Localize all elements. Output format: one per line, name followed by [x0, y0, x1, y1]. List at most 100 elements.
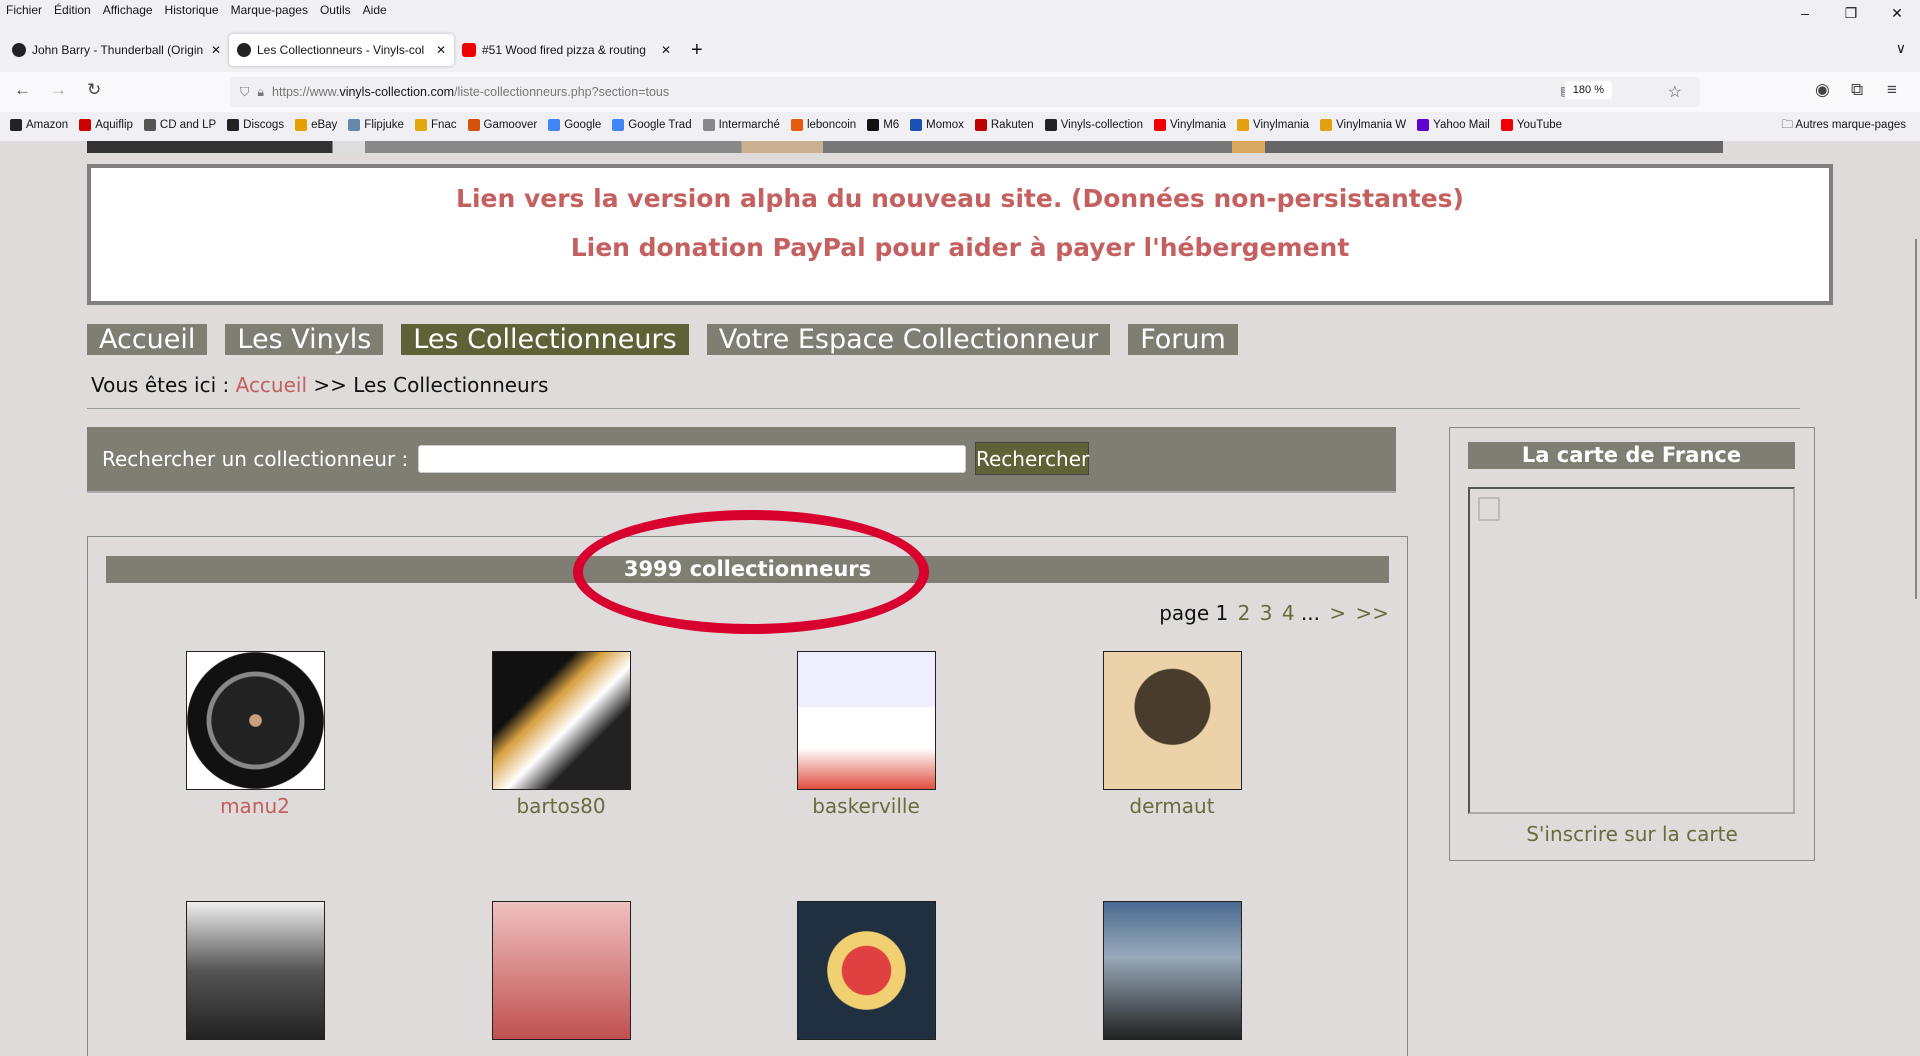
member-avatar[interactable]: [796, 901, 936, 1040]
bookmark-favicon-icon: [348, 119, 361, 131]
back-icon[interactable]: ←: [14, 80, 31, 100]
next-page-link[interactable]: >: [1329, 601, 1346, 625]
pagination: page 1 2 3 4 ... > >>: [1159, 601, 1389, 625]
member-avatar[interactable]: [491, 651, 631, 790]
browser-chrome: Fichier Édition Affichage Historique Mar…: [0, 0, 1920, 141]
bookmark-item[interactable]: Momox: [910, 114, 964, 136]
page-2-link[interactable]: 2: [1238, 601, 1251, 625]
restore-button[interactable]: ❐: [1828, 0, 1874, 26]
menu-historique[interactable]: Historique: [165, 0, 219, 22]
menu-affichage[interactable]: Affichage: [103, 0, 153, 22]
bookmark-item[interactable]: Amazon: [10, 114, 68, 136]
bookmark-item[interactable]: Vinylmania W: [1320, 114, 1406, 136]
tab-list-chevron-icon[interactable]: ∨: [1896, 40, 1906, 57]
bookmark-item[interactable]: Discogs: [227, 114, 284, 136]
account-icon[interactable]: ◉: [1815, 80, 1830, 100]
bookmark-item[interactable]: YouTube: [1500, 114, 1562, 136]
page-4-link[interactable]: 4: [1282, 601, 1295, 625]
search-input[interactable]: [418, 445, 966, 473]
nav-votre-espace[interactable]: Votre Espace Collectionneur: [706, 324, 1111, 355]
paypal-donation-link[interactable]: Lien donation PayPal pour aider à payer …: [91, 233, 1829, 262]
shield-icon: ⛉: [240, 84, 250, 99]
reload-icon[interactable]: ↻: [87, 80, 101, 100]
bookmark-item[interactable]: Flipjuke: [348, 114, 404, 136]
zoom-level[interactable]: 180 %: [1564, 81, 1612, 99]
bookmark-item[interactable]: Intermarché: [702, 114, 780, 136]
bookmark-item[interactable]: eBay: [295, 114, 337, 136]
close-window-button[interactable]: ✕: [1874, 0, 1920, 26]
member-name-link[interactable]: bartos80: [481, 794, 641, 818]
bookmark-item[interactable]: Yahoo Mail: [1417, 114, 1490, 136]
member-avatar[interactable]: [1102, 651, 1242, 790]
nav-les-collectionneurs[interactable]: Les Collectionneurs: [401, 324, 689, 355]
nav-forum[interactable]: Forum: [1128, 324, 1238, 355]
close-tab-icon[interactable]: ✕: [436, 43, 446, 57]
new-tab-button[interactable]: +: [679, 34, 715, 66]
menu-marque-pages[interactable]: Marque-pages: [231, 0, 308, 22]
close-tab-icon[interactable]: ✕: [211, 43, 221, 57]
bookmark-item[interactable]: Vinyls-collection: [1044, 114, 1143, 136]
tab-les-collectionneurs[interactable]: Les Collectionneurs - Vinyls-col ✕: [229, 34, 454, 66]
search-label: Rechercher un collectionneur :: [102, 447, 409, 471]
forward-icon[interactable]: →: [50, 80, 67, 100]
member-avatar[interactable]: [185, 901, 325, 1040]
member-name-link[interactable]: manu2: [175, 794, 335, 818]
bookmark-item[interactable]: Google Trad: [612, 114, 692, 136]
menu-aide[interactable]: Aide: [363, 0, 387, 22]
broken-image-icon: [1478, 497, 1500, 521]
bookmark-favicon-icon: [143, 119, 156, 131]
url-bar[interactable]: ⛉ 🔒︎ https://www. vinyls-collection.com/l…: [230, 77, 1700, 107]
bookmark-item[interactable]: M6: [867, 114, 899, 136]
member-avatar[interactable]: [491, 901, 631, 1040]
bookmark-favicon-icon: [612, 119, 625, 131]
member-avatar[interactable]: [796, 651, 936, 790]
breadcrumb-home-link[interactable]: Accueil: [236, 373, 307, 397]
other-bookmarks[interactable]: 🗀︎ Autres marque-pages: [1781, 114, 1906, 136]
bookmark-item[interactable]: CD and LP: [143, 114, 216, 136]
bookmark-item[interactable]: Vinylmania: [1237, 114, 1309, 136]
nav-accueil[interactable]: Accueil: [87, 324, 208, 355]
bookmark-item[interactable]: Gamoover: [467, 114, 537, 136]
page-3-link[interactable]: 3: [1260, 601, 1273, 625]
vinyl-icon: [237, 43, 251, 57]
france-map-image[interactable]: [1468, 487, 1795, 814]
menu-fichier[interactable]: Fichier: [6, 0, 42, 22]
alpha-site-link[interactable]: Lien vers la version alpha du nouveau si…: [91, 184, 1829, 213]
member-card: [1092, 901, 1252, 1044]
bookmark-item[interactable]: leboncoin: [790, 114, 856, 136]
member-name-link[interactable]: baskerville: [786, 794, 946, 818]
tab-wood-fired-pizza[interactable]: #51 Wood fired pizza & routing ✕: [454, 34, 679, 66]
search-panel: Rechercher un collectionneur : Recherche…: [87, 427, 1396, 493]
youtube-icon: [462, 43, 476, 57]
member-card: [481, 901, 641, 1044]
notice-box: Lien vers la version alpha du nouveau si…: [87, 164, 1833, 305]
bookmark-item[interactable]: Fnac: [414, 114, 457, 136]
bookmark-favicon-icon: [867, 119, 880, 131]
bookmark-favicon-icon: [1320, 119, 1333, 131]
bookmark-item[interactable]: Aquiflip: [79, 114, 133, 136]
last-page-link[interactable]: >>: [1355, 601, 1389, 625]
search-button[interactable]: Rechercher: [975, 442, 1089, 475]
bookmark-favicon-icon: [79, 119, 92, 131]
bookmark-favicon-icon: [1417, 119, 1430, 131]
minimize-button[interactable]: –: [1782, 0, 1828, 26]
scrollbar[interactable]: [1915, 239, 1917, 599]
tab-john-barry[interactable]: John Barry - Thunderball (Origin ✕: [4, 34, 229, 66]
extensions-icon[interactable]: ⧉: [1851, 80, 1863, 100]
menu-edition[interactable]: Édition: [54, 0, 91, 22]
breadcrumb: Vous êtes ici : Accueil >> Les Collectio…: [91, 373, 549, 397]
member-avatar[interactable]: [1102, 901, 1242, 1040]
close-tab-icon[interactable]: ✕: [661, 43, 671, 57]
member-name-link[interactable]: dermaut: [1092, 794, 1252, 818]
menu-icon[interactable]: ≡: [1887, 80, 1897, 100]
nav-les-vinyls[interactable]: Les Vinyls: [225, 324, 384, 355]
site-banner-image: [87, 141, 1723, 153]
bookmark-item[interactable]: Google: [548, 114, 601, 136]
bookmark-item[interactable]: Vinylmania: [1153, 114, 1226, 136]
bookmark-favicon-icon: [1044, 119, 1057, 131]
bookmark-item[interactable]: Rakuten: [974, 114, 1034, 136]
register-on-map-link[interactable]: S'inscrire sur la carte: [1450, 822, 1814, 846]
bookmark-star-icon[interactable]: ☆: [1668, 82, 1682, 102]
menu-outils[interactable]: Outils: [320, 0, 351, 22]
member-avatar[interactable]: [185, 651, 325, 790]
